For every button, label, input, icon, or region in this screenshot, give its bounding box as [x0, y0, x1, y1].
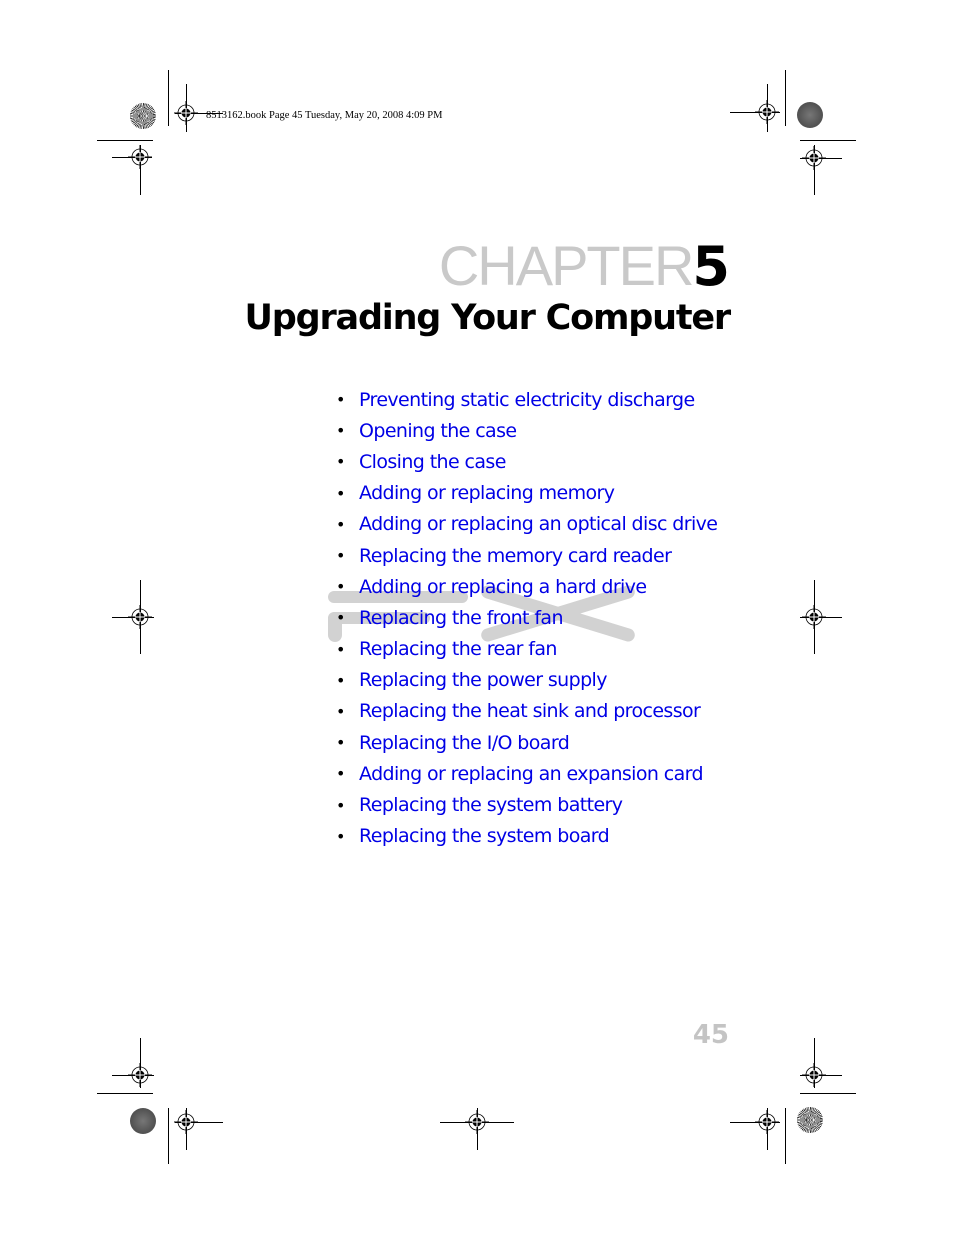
- registration-mark-icon: [802, 1063, 826, 1087]
- list-item: • Adding or replacing an optical disc dri…: [336, 509, 718, 540]
- list-item: • Replacing the system battery: [336, 789, 717, 820]
- registration-mark-icon: [174, 101, 198, 125]
- color-registration-star-icon: [797, 102, 823, 128]
- crop-mark: [800, 140, 856, 141]
- bullet: •: [336, 421, 346, 441]
- list-item: • Replacing the front fan: [336, 602, 717, 633]
- list-item: • Adding or replacing memory: [336, 478, 717, 509]
- crop-mark: [785, 70, 786, 126]
- bullet: •: [336, 670, 346, 690]
- list-item: • Closing the case: [336, 446, 717, 477]
- list-item: • Replacing the heat sink and processor: [336, 696, 717, 727]
- toc-link[interactable]: Opening the case: [359, 420, 517, 442]
- list-item: • Opening the case: [336, 415, 717, 446]
- toc-link[interactable]: Closing the case: [359, 451, 506, 473]
- list-item: • Replacing the rear fan: [336, 634, 717, 665]
- bullet: •: [336, 608, 346, 628]
- color-registration-star-icon: [797, 1107, 823, 1133]
- color-registration-star-icon: [130, 103, 156, 129]
- registration-mark-icon: [128, 145, 152, 169]
- crop-mark: [97, 140, 153, 141]
- registration-mark-icon: [755, 100, 779, 124]
- bullet: •: [336, 826, 346, 846]
- chapter-number: 5: [692, 235, 730, 298]
- toc-link[interactable]: Adding or replacing an expansion card: [359, 763, 704, 785]
- registration-mark-icon: [174, 1110, 198, 1134]
- bullet: •: [336, 639, 346, 659]
- toc-link[interactable]: Adding or replacing memory: [359, 482, 615, 504]
- chapter-word: CHAPTER: [438, 234, 695, 297]
- chapter-label: CHAPTER5: [439, 238, 730, 294]
- toc-link[interactable]: Replacing the memory card reader: [359, 545, 672, 567]
- bullet: •: [336, 390, 346, 410]
- list-item: • Replacing the I/O board: [336, 727, 717, 758]
- registration-mark-icon: [128, 605, 152, 629]
- chapter-contents-list: • Preventing static electricity discharge…: [336, 384, 718, 852]
- registration-mark-icon: [465, 1110, 489, 1134]
- toc-link[interactable]: Replacing the rear fan: [359, 638, 557, 660]
- registration-mark-icon: [755, 1110, 779, 1134]
- bullet: •: [336, 701, 346, 721]
- print-slug: 8513162.book Page 45 Tuesday, May 20, 20…: [206, 110, 443, 121]
- list-item: • Replacing the system board: [336, 821, 717, 852]
- bullet: •: [336, 452, 346, 472]
- toc-link[interactable]: Replacing the heat sink and processor: [359, 700, 701, 722]
- crop-mark: [168, 70, 169, 126]
- page-number: 45: [692, 1020, 729, 1050]
- list-item: • Replacing the power supply: [336, 665, 717, 696]
- bullet: •: [336, 546, 346, 566]
- bullet: •: [336, 733, 346, 753]
- list-item: • Adding or replacing an expansion card: [336, 758, 717, 789]
- list-item: • Adding or replacing a hard drive: [336, 571, 717, 602]
- registration-mark-icon: [128, 1063, 152, 1087]
- crop-mark: [785, 1108, 786, 1164]
- toc-link[interactable]: Adding or replacing an optical disc driv…: [359, 513, 718, 535]
- bullet: •: [336, 577, 346, 597]
- bullet: •: [336, 514, 346, 534]
- toc-link[interactable]: Adding or replacing a hard drive: [359, 576, 647, 598]
- bullet: •: [336, 764, 346, 784]
- page-title: Upgrading Your Computer: [244, 298, 732, 338]
- crop-mark: [168, 1108, 169, 1164]
- list-item: • Replacing the memory card reader: [336, 540, 717, 571]
- toc-link[interactable]: Replacing the I/O board: [359, 732, 570, 754]
- registration-mark-icon: [802, 146, 826, 170]
- color-registration-star-icon: [130, 1108, 156, 1134]
- crop-mark: [800, 1093, 856, 1094]
- toc-link[interactable]: Replacing the power supply: [359, 669, 607, 691]
- crop-mark: [97, 1093, 153, 1094]
- toc-link[interactable]: Replacing the system board: [359, 825, 610, 847]
- bullet: •: [336, 795, 346, 815]
- toc-link[interactable]: Replacing the system battery: [359, 794, 623, 816]
- toc-link[interactable]: Replacing the front fan: [359, 607, 564, 629]
- registration-mark-icon: [802, 605, 826, 629]
- bullet: •: [336, 483, 346, 503]
- toc-link[interactable]: Preventing static electricity discharge: [359, 389, 695, 411]
- list-item: • Preventing static electricity discharge: [336, 384, 717, 415]
